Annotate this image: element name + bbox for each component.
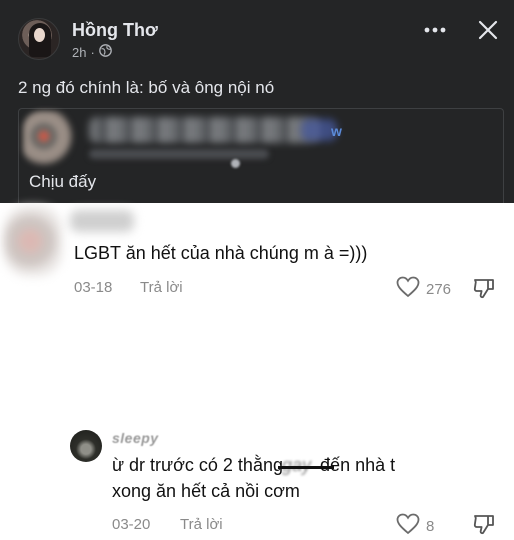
heart-icon[interactable] xyxy=(396,513,420,539)
post-text: 2 ng đó chính là: bố và ông nội nó xyxy=(18,78,275,97)
author-name[interactable]: Hồng Thơ xyxy=(72,20,158,41)
globe-icon xyxy=(98,44,112,60)
like-group[interactable]: 8 xyxy=(396,513,434,539)
blurred-subtitle xyxy=(89,149,269,159)
facebook-post: Hồng Thơ 2h · 2 ng đó chính là: bố và ôn… xyxy=(0,0,514,203)
reply-text-line2: xong ăn hết cả nồi cơm xyxy=(112,481,300,501)
shared-text: Chịu đấy xyxy=(29,172,97,191)
comment-text: LGBT ăn hết của nhà chúng m à =))) xyxy=(74,243,368,263)
reply-avatar[interactable] xyxy=(70,430,102,462)
like-count: 276 xyxy=(426,280,452,298)
more-horizontal-icon[interactable] xyxy=(420,18,450,42)
comment-author-blurred xyxy=(70,210,134,232)
like-group[interactable]: 276 xyxy=(396,276,451,302)
post-header: Hồng Thơ 2h · xyxy=(0,0,514,66)
reply-date: 03-20 xyxy=(112,516,151,533)
thumbs-down-icon[interactable] xyxy=(472,276,496,305)
blurred-avatar xyxy=(23,111,75,167)
blurred-name xyxy=(89,117,319,143)
reply-button[interactable]: Trả lời xyxy=(140,279,183,296)
like-count: 8 xyxy=(426,517,435,535)
close-icon[interactable] xyxy=(474,16,502,44)
reply-button[interactable]: Trả lời xyxy=(180,516,223,533)
thumbs-down-icon[interactable] xyxy=(472,512,496,540)
strikethrough-mark xyxy=(278,466,334,469)
comment-date: 03-18 xyxy=(74,279,113,296)
shared-name-suffix: w xyxy=(331,123,342,139)
shared-post-card[interactable]: w Chịu đấy xyxy=(18,108,504,203)
heart-icon[interactable] xyxy=(396,276,420,302)
dot-separator: · xyxy=(90,44,95,60)
post-meta: 2h · xyxy=(72,44,112,60)
reply-text-end: đến nhà t xyxy=(320,455,396,475)
comment-avatar-blurred xyxy=(4,206,62,276)
reply-text-line1: ừ dr trước có 2 thằng gay đến nhà t xyxy=(112,455,395,476)
blurred-dot xyxy=(231,159,240,168)
reply-text-start: ừ dr trước có 2 thằng xyxy=(112,455,283,475)
author-avatar[interactable] xyxy=(18,18,60,60)
reply-author[interactable]: sleepy xyxy=(112,430,159,446)
post-time[interactable]: 2h xyxy=(72,45,86,60)
